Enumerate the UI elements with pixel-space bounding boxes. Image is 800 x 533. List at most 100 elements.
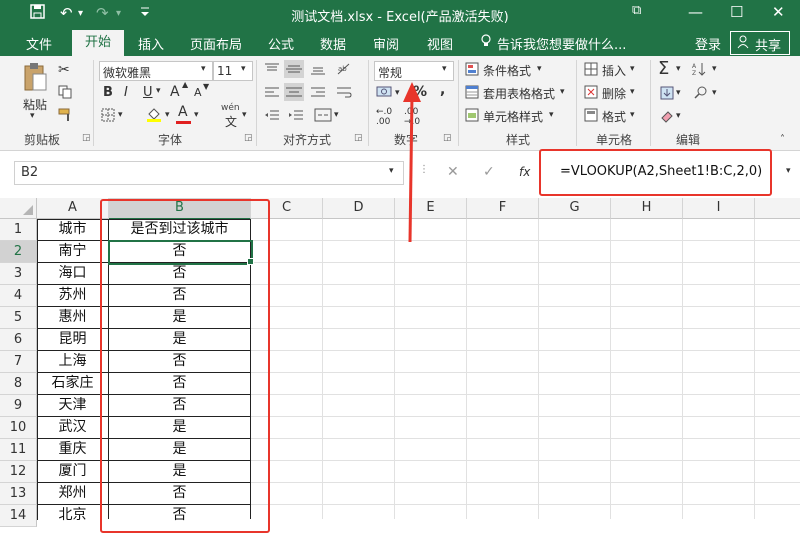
row-header[interactable]: 4 bbox=[0, 285, 37, 307]
clear-icon[interactable] bbox=[660, 109, 674, 126]
find-dropdown-icon[interactable]: ▾ bbox=[712, 88, 717, 98]
conditional-format-button[interactable]: 条件格式 bbox=[483, 62, 531, 79]
column-header-a[interactable]: A bbox=[37, 198, 109, 219]
cell-a9[interactable]: 天津 bbox=[37, 395, 108, 417]
column-header-f[interactable]: F bbox=[467, 198, 539, 219]
cell-a7[interactable]: 上海 bbox=[37, 351, 108, 373]
expand-formula-bar-icon[interactable]: ▾ bbox=[786, 166, 791, 176]
border-dropdown-icon[interactable]: ▾ bbox=[118, 110, 123, 120]
row-header[interactable]: 9 bbox=[0, 395, 37, 417]
merge-dropdown-icon[interactable]: ▾ bbox=[334, 110, 339, 120]
border-icon[interactable] bbox=[101, 108, 115, 125]
align-top-icon[interactable] bbox=[264, 62, 280, 79]
row-header[interactable]: 6 bbox=[0, 329, 37, 351]
cell-a13[interactable]: 郑州 bbox=[37, 483, 108, 505]
sign-in-link[interactable]: 登录 bbox=[695, 34, 721, 53]
sort-filter-icon[interactable]: AZ bbox=[692, 62, 708, 79]
wrap-text-icon[interactable] bbox=[336, 86, 352, 103]
font-color-button[interactable]: A bbox=[178, 104, 188, 120]
italic-button[interactable]: I bbox=[124, 85, 128, 100]
fill-icon[interactable] bbox=[660, 86, 674, 103]
sort-dropdown-icon[interactable]: ▾ bbox=[712, 64, 717, 74]
underline-dropdown-icon[interactable]: ▾ bbox=[156, 86, 161, 96]
autosum-button[interactable]: Σ bbox=[658, 58, 669, 79]
decrease-indent-icon[interactable] bbox=[264, 109, 280, 126]
tab-home[interactable]: 开始 bbox=[72, 30, 124, 56]
row-header[interactable]: 10 bbox=[0, 417, 37, 439]
cell-a11[interactable]: 重庆 bbox=[37, 439, 108, 461]
row-header[interactable]: 3 bbox=[0, 263, 37, 285]
minimize-button[interactable]: — bbox=[688, 3, 703, 21]
align-right-icon[interactable] bbox=[310, 86, 326, 103]
tab-formulas[interactable]: 公式 bbox=[268, 34, 294, 53]
copy-icon[interactable] bbox=[58, 85, 72, 102]
cell-styles-button[interactable]: 单元格样式 bbox=[483, 108, 543, 125]
tell-me-search[interactable]: 告诉我您想要做什么... bbox=[497, 34, 626, 53]
row-header[interactable]: 1 bbox=[0, 219, 37, 241]
row-header[interactable]: 8 bbox=[0, 373, 37, 395]
fill-color-icon[interactable] bbox=[146, 106, 162, 125]
merge-center-icon[interactable] bbox=[314, 108, 332, 125]
column-header-j[interactable] bbox=[755, 198, 800, 219]
cell-a3[interactable]: 海口 bbox=[37, 263, 108, 285]
name-box[interactable]: B2 ▾ bbox=[14, 161, 404, 185]
cell-a2[interactable]: 南宁 bbox=[37, 241, 108, 263]
font-launcher-icon[interactable]: ◲ bbox=[244, 133, 253, 143]
font-color-dropdown-icon[interactable]: ▾ bbox=[194, 110, 199, 120]
fill-dropdown-icon[interactable]: ▾ bbox=[676, 88, 681, 98]
phonetic-dropdown-icon[interactable]: ▾ bbox=[242, 110, 247, 120]
align-center-button[interactable] bbox=[284, 83, 304, 101]
comma-style-button[interactable]: , bbox=[440, 82, 445, 98]
collapse-ribbon-icon[interactable]: ˄ bbox=[780, 134, 785, 145]
tab-data[interactable]: 数据 bbox=[320, 34, 346, 53]
number-launcher-icon[interactable]: ◲ bbox=[443, 133, 452, 143]
column-header-d[interactable]: D bbox=[323, 198, 395, 219]
tab-insert[interactable]: 插入 bbox=[138, 34, 164, 53]
number-format-select[interactable]: 常规 ▾ bbox=[374, 61, 454, 81]
increase-indent-icon[interactable] bbox=[288, 109, 304, 126]
insert-cells-button[interactable]: 插入 bbox=[602, 62, 626, 79]
cell-a14[interactable]: 北京 bbox=[37, 505, 108, 526]
format-cells-button[interactable]: 格式 bbox=[602, 108, 626, 125]
cell-a4[interactable]: 苏州 bbox=[37, 285, 108, 307]
align-bottom-icon[interactable] bbox=[310, 62, 326, 79]
row-header[interactable]: 14 bbox=[0, 505, 37, 527]
column-header-h[interactable]: H bbox=[611, 198, 683, 219]
font-name-select[interactable]: 微软雅黑 ▾ bbox=[99, 61, 213, 81]
column-header-g[interactable]: G bbox=[539, 198, 611, 219]
font-size-select[interactable]: 11 ▾ bbox=[213, 61, 253, 81]
row-header[interactable]: 5 bbox=[0, 307, 37, 329]
paste-label[interactable]: 粘贴 bbox=[23, 96, 47, 113]
paste-dropdown-icon[interactable]: ▾ bbox=[30, 111, 35, 121]
phonetic-guide-button[interactable]: 文 bbox=[225, 113, 237, 130]
accounting-format-icon[interactable] bbox=[376, 84, 392, 101]
cell-a8[interactable]: 石家庄 bbox=[37, 373, 108, 395]
orientation-icon[interactable]: ab bbox=[336, 62, 352, 79]
delete-cells-button[interactable]: 删除 bbox=[602, 85, 626, 102]
row-header[interactable]: 13 bbox=[0, 483, 37, 505]
cell-a12[interactable]: 厦门 bbox=[37, 461, 108, 483]
row-header[interactable]: 7 bbox=[0, 351, 37, 373]
align-left-icon[interactable] bbox=[264, 86, 280, 103]
cell-a6[interactable]: 昆明 bbox=[37, 329, 108, 351]
align-middle-button[interactable] bbox=[284, 60, 304, 78]
insert-function-button[interactable]: fx bbox=[519, 165, 530, 179]
column-header-i[interactable]: I bbox=[683, 198, 755, 219]
row-header[interactable]: 11 bbox=[0, 439, 37, 461]
cell-a10[interactable]: 武汉 bbox=[37, 417, 108, 439]
select-all-corner[interactable] bbox=[0, 198, 37, 219]
shrink-font-button[interactable]: A bbox=[194, 86, 202, 99]
table-format-button[interactable]: 套用表格格式 bbox=[483, 85, 555, 102]
find-select-icon[interactable] bbox=[694, 85, 708, 102]
confirm-edit-button[interactable]: ✓ bbox=[483, 164, 495, 180]
cancel-edit-button[interactable]: ✕ bbox=[447, 164, 459, 180]
maximize-button[interactable]: ☐ bbox=[730, 3, 743, 21]
clipboard-launcher-icon[interactable]: ◲ bbox=[82, 133, 91, 143]
format-painter-icon[interactable] bbox=[58, 108, 74, 125]
underline-button[interactable]: U bbox=[143, 85, 153, 100]
cut-icon[interactable]: ✂ bbox=[58, 62, 70, 78]
row-header[interactable]: 2 bbox=[0, 241, 37, 263]
tab-file[interactable]: 文件 bbox=[26, 34, 52, 53]
tab-review[interactable]: 审阅 bbox=[373, 34, 399, 53]
cell-a1[interactable]: 城市 bbox=[37, 219, 108, 241]
